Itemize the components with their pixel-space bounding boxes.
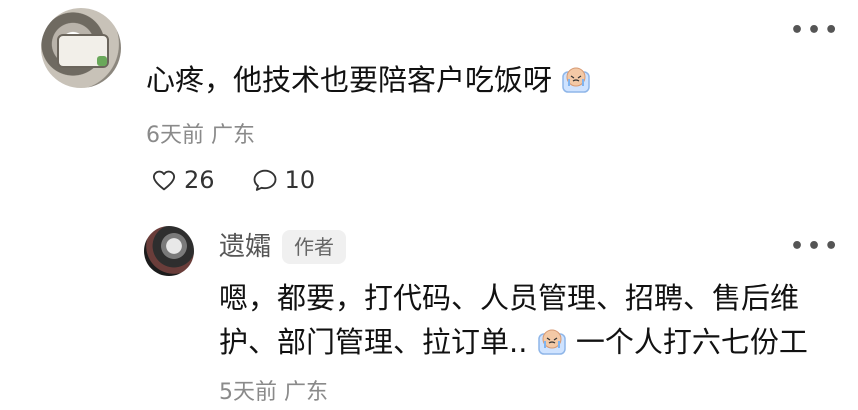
- reply-author-avatar[interactable]: [144, 226, 194, 276]
- crying-face-sticker-icon: [562, 67, 590, 93]
- like-count: 26: [184, 166, 215, 194]
- like-button[interactable]: 26: [150, 166, 215, 194]
- comment-text-content: 心疼，他技术也要陪客户吃饭呀: [146, 63, 553, 97]
- author-badge: 作者: [282, 230, 346, 264]
- heart-icon: [152, 170, 176, 191]
- more-options-icon[interactable]: •••: [790, 18, 841, 43]
- reply-text: 嗯，都要，打代码、人员管理、招聘、售后维 护、部门管理、拉订单.. 一个人打六七…: [219, 276, 819, 364]
- commenter-username[interactable]: [146, 7, 266, 31]
- reply-button[interactable]: 10: [251, 166, 316, 194]
- comment-bubble-icon: [253, 169, 276, 191]
- reply-text-segment: 护、部门管理、拉订单..: [219, 325, 528, 359]
- reply-meta: 5天前 广东: [219, 374, 328, 406]
- reply-text-line: 嗯，都要，打代码、人员管理、招聘、售后维: [219, 281, 800, 315]
- comment-meta: 6天前 广东: [146, 117, 255, 149]
- comment-location: 广东: [211, 123, 256, 148]
- commenter-avatar[interactable]: [41, 8, 121, 88]
- reply-count: 10: [284, 166, 316, 194]
- reply-text-line: 护、部门管理、拉订单.. 一个人打六七份工: [219, 320, 819, 364]
- crying-face-sticker-icon: [537, 329, 566, 355]
- reply-text-segment: 一个人打六七份工: [575, 325, 808, 359]
- comment-text: 心疼，他技术也要陪客户吃饭呀: [146, 60, 591, 100]
- more-options-icon[interactable]: •••: [790, 234, 841, 259]
- comment-time: 6天前: [146, 123, 204, 148]
- reply-author-username[interactable]: 遗孀: [219, 230, 271, 264]
- reply-location: 广东: [284, 380, 329, 405]
- reply-time: 5天前: [219, 380, 277, 405]
- comment-actions: 26 10: [150, 164, 351, 196]
